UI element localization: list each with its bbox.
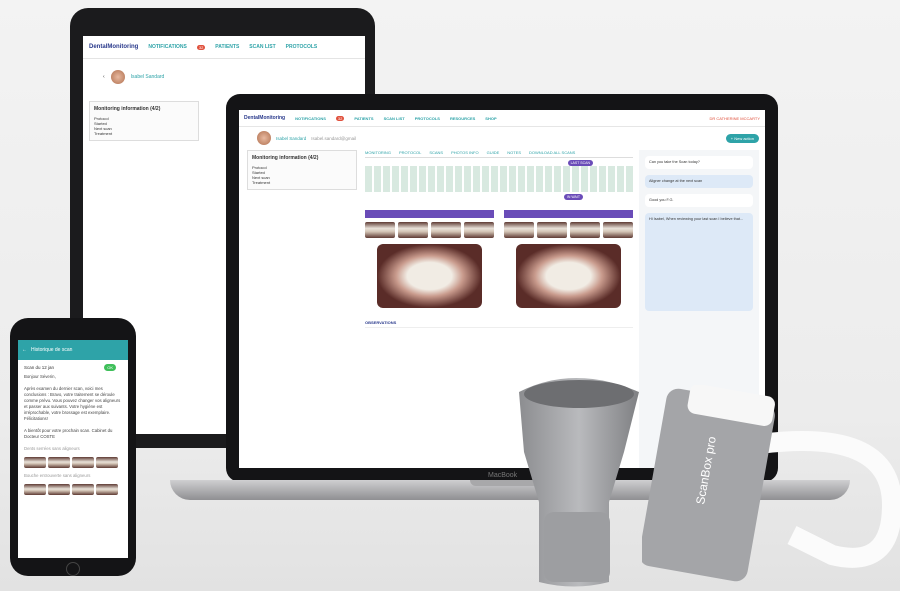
scan-card[interactable]	[365, 192, 494, 308]
scanbox-phone-clip: ScanBox pro	[642, 385, 900, 582]
scan-date: Scan du 12 jan	[24, 365, 55, 370]
scan-row: Scan du 12 jan OK	[18, 360, 128, 371]
phone-title: Historique de scan	[31, 347, 73, 353]
nav-patients[interactable]: PATIENTS	[215, 44, 239, 50]
middle-column: MONITORING PROTOCOL SCANS PHOTOS INFO GU…	[365, 150, 633, 328]
tab-download[interactable]: DOWNLOAD ALL SCANS	[529, 150, 575, 155]
back-arrow-icon[interactable]: ←	[22, 347, 27, 353]
phone-header: ← Historique de scan	[18, 340, 128, 360]
patient-name[interactable]: Isabel Sandard	[276, 136, 306, 141]
scan-comparison	[365, 192, 633, 308]
nav-notifications[interactable]: NOTIFICATIONS	[148, 44, 187, 50]
chat-message: Aligner change at the next scan	[645, 175, 753, 188]
greeting: Bonjour Séverin,	[24, 374, 56, 379]
notification-badge: 32	[196, 44, 206, 50]
smartphone: ← Historique de scan Scan du 12 jan OK B…	[10, 318, 136, 576]
chat-message: Hi Isabel, When reviewing your last scan…	[645, 213, 753, 311]
patient-header: ‹ Isabel Sandard	[83, 59, 365, 95]
scan-timeline[interactable]: LAST SCAN IN WAIT	[365, 160, 633, 200]
tab-bar: MONITORING PROTOCOL SCANS PHOTOS INFO GU…	[365, 150, 633, 158]
brand-logo: DentalMonitoring	[89, 44, 139, 50]
left-column: Monitoring information (4/2) Protocol St…	[247, 150, 357, 190]
patient-email: Isabel.sandard@gmail	[311, 135, 357, 141]
nav-protocols[interactable]: PROTOCOLS	[286, 44, 318, 50]
observations-label: OBSERVATIONS	[365, 318, 633, 328]
new-action-button[interactable]: + New action	[725, 133, 759, 143]
observations: OBSERVATIONS	[365, 318, 633, 328]
monitoring-panel: Monitoring information (4/2) Protocol St…	[89, 101, 199, 141]
monitoring-title: Monitoring information (4/2)	[94, 106, 161, 112]
last-scan-pill[interactable]: LAST SCAN	[567, 160, 593, 166]
patient-header: Isabel Sandard Isabel.sandard@gmail + Ne…	[239, 127, 765, 149]
scan-thumbnails	[365, 222, 494, 238]
nav-notifications[interactable]: NOTIFICATIONS	[295, 116, 326, 121]
nav-protocols[interactable]: PROTOCOLS	[415, 116, 440, 121]
section-label: Dents serrées sans aligneurs	[24, 446, 80, 451]
nav-scan-list[interactable]: SCAN LIST	[249, 44, 275, 50]
tab-photos[interactable]: PHOTOS INFO	[451, 150, 478, 155]
chat-message: Good you F.G.	[645, 194, 753, 207]
brand-logo: DentalMonitoring	[244, 115, 286, 121]
monitoring-panel: Monitoring information (4/2) Protocol St…	[247, 150, 357, 190]
nav-scan-list[interactable]: SCAN LIST	[384, 116, 405, 121]
tab-monitoring[interactable]: MONITORING	[365, 150, 391, 155]
photo-row[interactable]	[18, 482, 128, 497]
teeth-photo[interactable]	[516, 244, 621, 308]
nav-resources[interactable]: RESOURCES	[450, 116, 475, 121]
avatar	[110, 70, 125, 84]
tablet-navbar: DentalMonitoring NOTIFICATIONS 32 PATIEN…	[83, 36, 365, 59]
back-chevron-icon[interactable]: ‹	[103, 74, 105, 80]
tab-scans[interactable]: SCANS	[429, 150, 443, 155]
phone-screen: ← Historique de scan Scan du 12 jan OK B…	[18, 340, 128, 558]
scanbox-cheek-retractor	[519, 378, 639, 587]
status-badge: OK	[104, 364, 116, 371]
laptop-navbar: DentalMonitoring NOTIFICATIONS 32 PATIEN…	[239, 110, 765, 127]
nav-patients[interactable]: PATIENTS	[354, 116, 373, 121]
scan-header	[365, 210, 494, 218]
tab-notes[interactable]: NOTES	[507, 150, 521, 155]
home-button[interactable]	[66, 562, 80, 576]
monitoring-row: Treatment	[252, 180, 271, 185]
user-name[interactable]: DR CATHERINE MCCARTY	[709, 116, 760, 121]
avatar	[257, 131, 271, 145]
monitoring-title: Monitoring information (4/2)	[252, 155, 319, 161]
tab-protocol[interactable]: PROTOCOL	[399, 150, 421, 155]
section-label: Bouche entrouverte sans aligneurs	[24, 473, 91, 478]
scan-card[interactable]	[504, 192, 633, 308]
patient-name[interactable]: Isabel Sandard	[131, 74, 165, 80]
scan-header	[504, 210, 633, 218]
monitoring-row: Treatment	[94, 131, 113, 136]
signature: A bientôt pour votre prochain scan. Cabi…	[24, 428, 113, 439]
scan-thumbnails	[504, 222, 633, 238]
laptop-label: MacBook	[488, 472, 518, 479]
tab-guide[interactable]: GUIDE	[487, 150, 500, 155]
chat-message: Can you take the Scan today?	[645, 156, 753, 169]
photo-row[interactable]	[18, 455, 128, 470]
nav-shop[interactable]: SHOP	[485, 116, 496, 121]
message-body: Après examen du dernier scan, voici mes …	[24, 386, 121, 421]
wait-pill: IN WAIT	[563, 194, 583, 200]
notification-badge: 32	[335, 115, 345, 121]
teeth-photo[interactable]	[377, 244, 482, 308]
